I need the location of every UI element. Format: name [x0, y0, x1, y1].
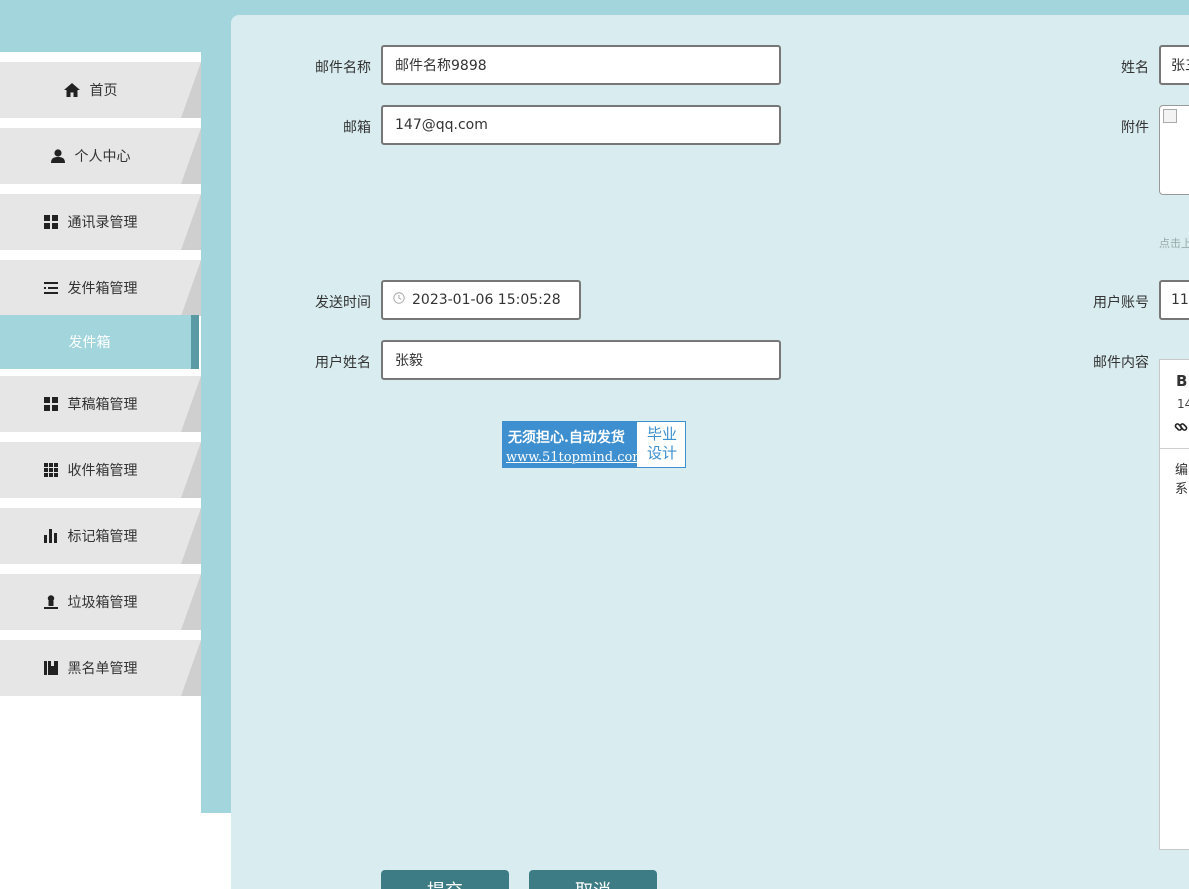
cancel-button[interactable]: 取消	[529, 870, 657, 889]
send-time-label: 发送时间	[315, 295, 371, 311]
send-time-value: 2023-01-06 15:05:28	[412, 292, 561, 308]
email-content-label: 邮件内容	[1093, 355, 1149, 371]
font-size-select[interactable]: 14	[1177, 397, 1189, 411]
home-icon	[63, 83, 80, 97]
rich-text-editor[interactable]: B 14 编 系	[1159, 359, 1189, 850]
sidebar-item-home[interactable]: 首页	[0, 62, 201, 118]
clock-icon	[393, 292, 405, 308]
person-stand-icon	[43, 595, 58, 609]
editor-line: 系	[1175, 482, 1189, 497]
editor-line: 编	[1175, 463, 1189, 478]
name-label: 姓名	[1121, 60, 1149, 76]
watermark-line2: www.51topmind.com	[506, 450, 645, 465]
email-name-label: 邮件名称	[315, 60, 371, 76]
watermark-right1: 毕业	[646, 425, 677, 443]
mailbox-label: 邮箱	[343, 120, 371, 136]
sidebar-subitem-label: 发件箱	[68, 335, 111, 351]
editor-content[interactable]: 编 系	[1175, 461, 1188, 499]
send-time-picker[interactable]: 2023-01-06 15:05:28	[381, 280, 581, 320]
upload-hint: 点击上传	[1159, 237, 1189, 250]
attachment-label: 附件	[1121, 120, 1149, 136]
book-icon	[43, 661, 58, 675]
watermark-right: 毕业 设计	[641, 425, 683, 463]
sidebar-item-label: 草稿箱管理	[67, 397, 138, 413]
sidebar-item-label: 垃圾箱管理	[67, 595, 138, 611]
watermark-line1: 无须担心.自动发货	[508, 430, 625, 446]
user-name-label: 用户姓名	[315, 355, 371, 371]
form-panel	[231, 15, 1189, 889]
attachment-upload[interactable]	[1159, 105, 1189, 195]
bar-chart-icon	[43, 529, 58, 543]
active-indicator	[191, 315, 199, 369]
apps-icon	[43, 463, 58, 477]
link-icon[interactable]	[1174, 420, 1188, 438]
sidebar-subitem-outbox[interactable]: 发件箱	[0, 315, 199, 369]
sidebar-item-profile[interactable]: 个人中心	[0, 128, 201, 184]
sidebar-item-label: 个人中心	[74, 149, 131, 165]
sidebar-item-blacklist[interactable]: 黑名单管理	[0, 640, 201, 696]
grid-icon	[43, 215, 58, 229]
mailbox-input[interactable]: 147@qq.com	[381, 105, 781, 145]
sidebar: 首页 个人中心 通讯录管理 发件箱管理 发件箱 草稿箱管理 收件箱管理 标记箱管…	[0, 52, 201, 889]
sidebar-item-contacts[interactable]: 通讯录管理	[0, 194, 201, 250]
sidebar-item-inbox[interactable]: 收件箱管理	[0, 442, 201, 498]
watermark-left: 无须担心.自动发货 www.51topmind.com	[503, 422, 645, 467]
submit-button[interactable]: 提交	[381, 870, 509, 889]
watermark-right2: 设计	[646, 444, 677, 462]
layout-gutter	[201, 52, 231, 813]
email-name-input[interactable]: 邮件名称9898	[381, 45, 781, 85]
watermark-badge: 无须担心.自动发货 www.51topmind.com 毕业 设计	[502, 421, 686, 468]
user-icon	[50, 149, 65, 163]
user-account-label: 用户账号	[1093, 295, 1149, 311]
user-name-input[interactable]: 张毅	[381, 340, 781, 380]
broken-image-icon	[1163, 109, 1177, 123]
sidebar-item-label: 发件箱管理	[67, 281, 138, 297]
sidebar-item-label: 黑名单管理	[67, 661, 138, 677]
sidebar-item-trash[interactable]: 垃圾箱管理	[0, 574, 201, 630]
sidebar-item-label: 标记箱管理	[67, 529, 138, 545]
sidebar-item-flagged[interactable]: 标记箱管理	[0, 508, 201, 564]
list-icon	[43, 282, 58, 294]
sidebar-item-label: 首页	[89, 83, 118, 99]
name-input[interactable]: 张三	[1159, 45, 1189, 85]
sidebar-item-label: 通讯录管理	[67, 215, 138, 231]
editor-toolbar: B 14	[1160, 360, 1189, 449]
bold-button[interactable]: B	[1176, 372, 1187, 390]
sidebar-item-drafts[interactable]: 草稿箱管理	[0, 376, 201, 432]
sidebar-item-label: 收件箱管理	[67, 463, 138, 479]
user-account-input[interactable]: 111	[1159, 280, 1189, 320]
grid-icon	[43, 397, 58, 411]
sidebar-item-outbox[interactable]: 发件箱管理	[0, 260, 201, 316]
